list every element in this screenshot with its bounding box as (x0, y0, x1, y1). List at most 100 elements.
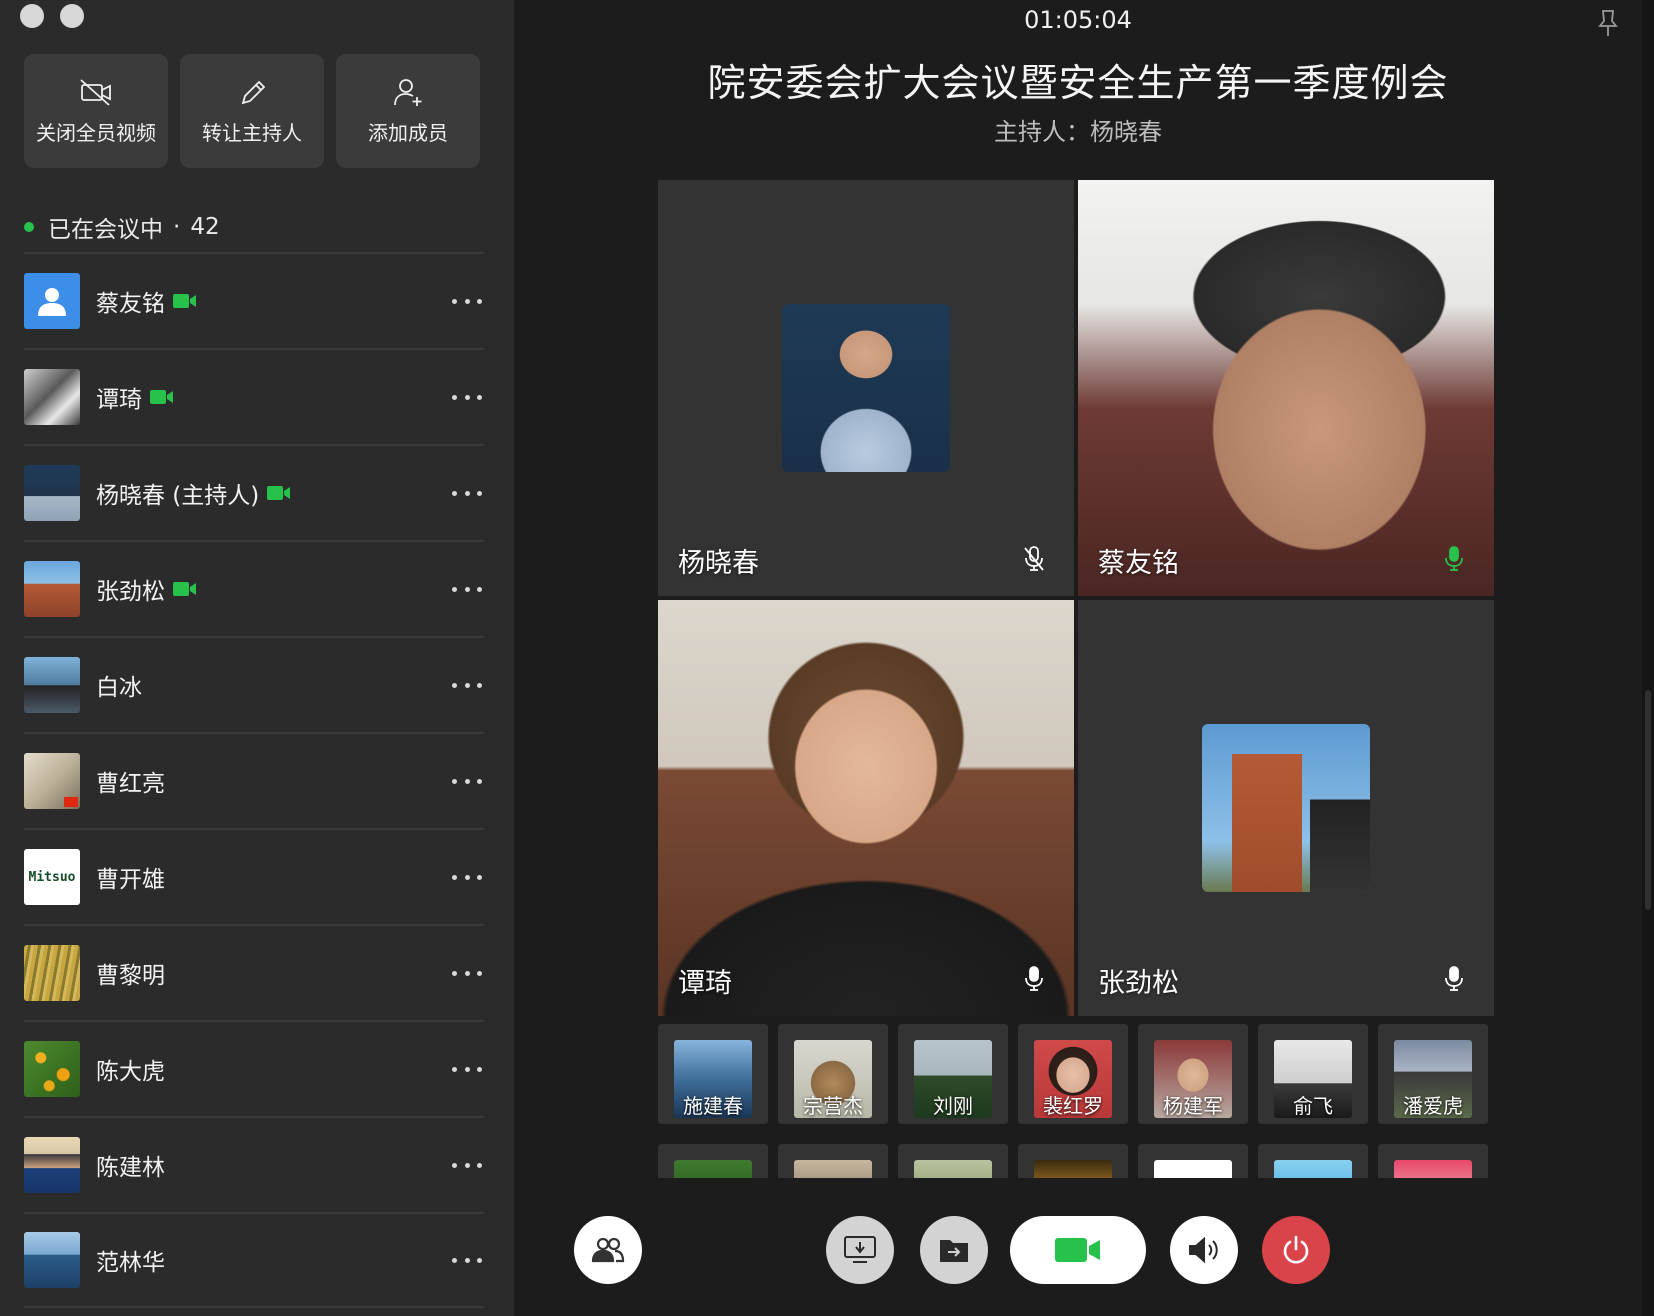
member-more-menu-icon[interactable] (452, 867, 482, 887)
member-avatar (24, 561, 80, 617)
thumbnail-name: 潘爱虎 (1403, 1094, 1463, 1118)
power-icon (1283, 1235, 1309, 1264)
member-more-menu-icon[interactable] (452, 771, 482, 791)
participant-thumbnail-partial[interactable] (1018, 1144, 1128, 1178)
transfer-host-button[interactable]: 转让主持人 (180, 54, 324, 168)
member-more-menu-icon[interactable] (452, 675, 482, 695)
video-on-icon (173, 581, 197, 597)
member-row[interactable]: 范林华 (24, 1212, 484, 1308)
participant-thumbnail-partial[interactable] (658, 1144, 768, 1178)
member-avatar: Mitsuo (24, 849, 80, 905)
member-more-menu-icon[interactable] (452, 483, 482, 503)
video-tile-yangxiaochun[interactable]: 杨晓春 (658, 180, 1074, 596)
mic-icon (1024, 966, 1044, 996)
member-row[interactable]: 陈建林 (24, 1116, 484, 1212)
thumbnail-picture (1394, 1160, 1472, 1178)
meeting-title: 院安委会扩大会议暨安全生产第一季度例会 (707, 61, 1449, 105)
speaker-button[interactable] (1170, 1216, 1238, 1284)
meeting-timer: 01:05:04 (1024, 6, 1132, 34)
member-name: 蔡友铭 (96, 291, 165, 317)
file-share-button[interactable] (920, 1216, 988, 1284)
participant-thumbnail[interactable]: 宗营杰 (778, 1024, 888, 1124)
participant-thumbnail[interactable]: 刘刚 (898, 1024, 1008, 1124)
scrollbar[interactable] (1642, 0, 1654, 1316)
file-share-icon (940, 1240, 968, 1262)
member-row[interactable]: 谭琦 (24, 348, 484, 444)
mute-all-video-button[interactable]: 关闭全员视频 (24, 54, 168, 168)
member-avatar (24, 753, 80, 809)
participant-thumbnail-partial[interactable] (1258, 1144, 1368, 1178)
member-avatar (24, 273, 80, 329)
participant-thumbnail[interactable]: 施建春 (658, 1024, 768, 1124)
participant-thumbnail-partial[interactable] (898, 1144, 1008, 1178)
member-more-menu-icon[interactable] (452, 579, 482, 599)
participants-sidebar: 关闭全员视频 转让主持人 添加成员 已在会议中 · 42 蔡友铭 谭琦 杨晓春 (主… (0, 0, 514, 1316)
member-avatar (24, 657, 80, 713)
video-tile-caiyouming[interactable]: 蔡友铭 (1078, 180, 1494, 596)
member-row[interactable]: 张劲松 (24, 540, 484, 636)
participant-thumbnail[interactable]: 潘爱虎 (1378, 1024, 1488, 1124)
leave-meeting-button[interactable] (1262, 1216, 1330, 1284)
in-meeting-label: 已在会议中 (48, 217, 163, 243)
member-name: 曹开雄 (96, 867, 165, 893)
pin-window-button[interactable] (1596, 8, 1620, 42)
live-video-feed (658, 600, 1074, 1016)
member-avatar (24, 1232, 80, 1288)
member-name: 曹黎明 (96, 963, 165, 989)
person-icon (38, 288, 66, 316)
participant-thumbnail[interactable]: 裴红罗 (1018, 1024, 1128, 1124)
member-list: 蔡友铭谭琦 杨晓春 (主持人) 张劲松 白冰曹红亮 Mitsuo 曹开雄曹黎明陈大虎陈建林… (24, 252, 484, 1308)
video-tile-tanqi[interactable]: 谭琦 (658, 600, 1074, 1016)
member-name: 范林华 (96, 1250, 165, 1276)
member-avatar (24, 465, 80, 521)
video-on-icon (173, 293, 197, 309)
screen-share-button[interactable] (826, 1216, 894, 1284)
member-more-menu-icon[interactable] (452, 963, 482, 983)
mic-muted-icon (1024, 546, 1044, 576)
participant-thumbnail-strip-row2 (658, 1144, 1498, 1178)
participant-thumbnail-partial[interactable] (778, 1144, 888, 1178)
participant-thumbnail[interactable]: 俞飞 (1258, 1024, 1368, 1124)
participant-thumbnail-partial[interactable] (1378, 1144, 1488, 1178)
status-dot (24, 222, 34, 232)
scrollbar-thumb[interactable] (1645, 690, 1651, 910)
member-name: 陈大虎 (96, 1059, 165, 1085)
member-row[interactable]: Mitsuo 曹开雄 (24, 828, 484, 924)
host-line: 主持人：杨晓春 (994, 118, 1162, 146)
flag-badge-icon (64, 797, 78, 807)
thumbnail-name: 刘刚 (933, 1094, 973, 1118)
members-button[interactable] (574, 1216, 642, 1284)
in-meeting-separator: · (173, 214, 181, 240)
member-more-menu-icon[interactable] (452, 387, 482, 407)
thumbnail-picture (674, 1160, 752, 1178)
mic-icon (1444, 966, 1464, 996)
participant-thumbnail-partial[interactable] (1138, 1144, 1248, 1178)
member-name: 陈建林 (96, 1155, 165, 1181)
member-more-menu-icon[interactable] (452, 1155, 482, 1175)
window-minimize-button[interactable] (60, 4, 84, 28)
participant-avatar-picture (1202, 724, 1370, 892)
thumbnail-name: 裴红罗 (1043, 1094, 1103, 1118)
members-icon (591, 1237, 625, 1263)
member-row[interactable]: 曹黎明 (24, 924, 484, 1020)
member-more-menu-icon[interactable] (452, 1059, 482, 1079)
member-row[interactable]: 杨晓春 (主持人) (24, 444, 484, 540)
member-row[interactable]: 白冰 (24, 636, 484, 732)
participant-thumbnail[interactable]: 杨建军 (1138, 1024, 1248, 1124)
member-row[interactable]: 曹红亮 (24, 732, 484, 828)
member-row[interactable]: 蔡友铭 (24, 252, 484, 348)
pencil-icon (241, 80, 266, 104)
member-name: 曹红亮 (96, 771, 165, 797)
video-toggle-button[interactable] (1010, 1216, 1146, 1284)
video-on-icon (150, 389, 174, 405)
member-avatar (24, 1041, 80, 1097)
live-video-feed (1078, 180, 1494, 596)
member-avatar (24, 369, 80, 425)
member-more-menu-icon[interactable] (452, 1250, 482, 1270)
window-close-button[interactable] (20, 4, 44, 28)
thumbnail-name: 杨建军 (1163, 1094, 1223, 1118)
member-more-menu-icon[interactable] (452, 291, 482, 311)
add-member-button[interactable]: 添加成员 (336, 54, 480, 168)
video-tile-zhangjinsong[interactable]: 张劲松 (1078, 600, 1494, 1016)
member-row[interactable]: 陈大虎 (24, 1020, 484, 1116)
